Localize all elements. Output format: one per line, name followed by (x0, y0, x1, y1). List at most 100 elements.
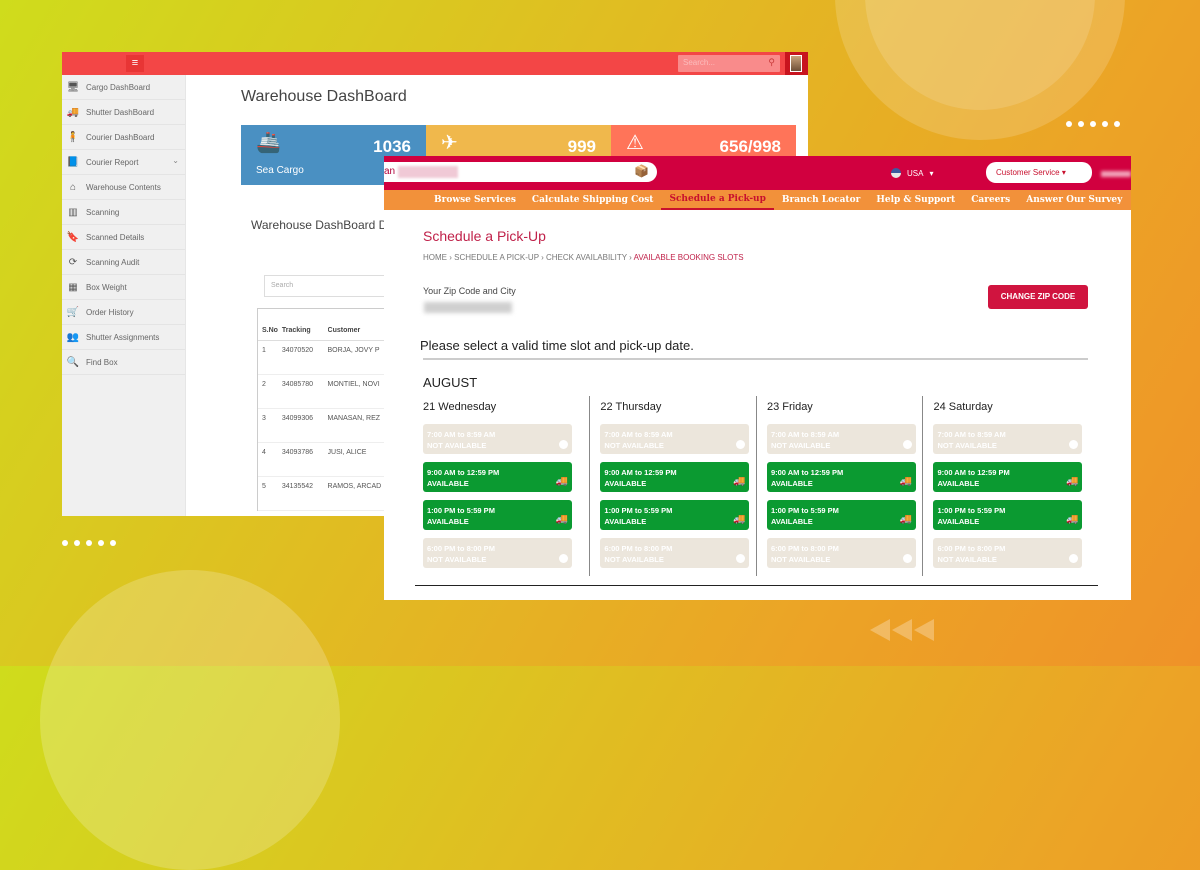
cell-tracking: 34093786 (281, 449, 314, 456)
stat-value: 1036 (373, 137, 411, 156)
table-row[interactable]: 3 34099306 MANASAN, REZ (258, 409, 397, 443)
time-slot[interactable]: 1:00 PM to 5:59 PM AVAILABLE 🚚 (933, 500, 1083, 530)
table-row[interactable]: 1 34070520 BORJA, JOVY P (258, 341, 397, 375)
sidebar-item-label: Courier Report (86, 157, 139, 167)
day-columns: 21 Wednesday 7:00 AM to 8:59 AM NOT AVAI… (423, 396, 1089, 576)
chevron-down-icon[interactable]: ⌄ (172, 156, 179, 165)
zip-value-redacted (424, 302, 512, 313)
time-slot[interactable]: 1:00 PM to 5:59 PM AVAILABLE 🚚 (423, 500, 572, 530)
avatar[interactable] (790, 55, 802, 72)
divider (415, 585, 1098, 586)
user-menu[interactable] (785, 52, 808, 75)
sidebar-item[interactable]: 👥 Shutter Assignments (62, 325, 185, 350)
sidebar-item-label: Shutter DashBoard (86, 107, 155, 117)
warehouse-search-input[interactable]: Search... ⚲ (678, 55, 780, 72)
time-slot: 6:00 PM to 8:00 PM NOT AVAILABLE (423, 538, 572, 568)
main-nav: Browse Services Calculate Shipping Cost Sc… (384, 190, 1131, 210)
unavailable-dot-icon (902, 440, 912, 449)
nav-item[interactable]: Help & Support (868, 190, 963, 210)
bookmark-icon: 🔖 (66, 231, 80, 243)
sidebar-item[interactable]: 🛒 Order History (62, 300, 185, 325)
slot-time: 6:00 PM to 8:00 PM (770, 544, 839, 553)
time-slot[interactable]: 1:00 PM to 5:59 PM AVAILABLE 🚚 (766, 500, 916, 530)
sidebar-item-label: Cargo DashBoard (86, 82, 151, 92)
change-zip-button[interactable]: CHANGE ZIP CODE (988, 285, 1088, 309)
table-row[interactable]: 5 34135542 RAMOS, ARCAD (258, 477, 397, 511)
barcode-icon: ▥ (68, 206, 78, 218)
unavailable-dot-icon (559, 554, 568, 563)
stat-value: 656/998 (719, 137, 781, 156)
truck-icon: 🚚 (732, 476, 746, 487)
warning-icon: ⚠ (626, 132, 644, 154)
pickup-schedule-window: an 📦 USA ▾ Customer Service ▾ Browse Ser… (384, 156, 1131, 600)
slot-time: 9:00 AM to 12:59 PM (604, 468, 677, 477)
slot-time: 9:00 AM to 12:59 PM (937, 468, 1010, 477)
hamburger-icon[interactable]: ≡ (126, 55, 144, 72)
table-row[interactable]: 2 34085780 MONTIEL, NOVI (258, 375, 397, 409)
time-slot[interactable]: 1:00 PM to 5:59 PM AVAILABLE 🚚 (600, 500, 750, 530)
decorative-arrows (870, 619, 934, 641)
country-selector[interactable]: USA ▾ (891, 168, 933, 178)
ship-icon: 🚢 (256, 132, 281, 154)
slot-time: 7:00 AM to 8:59 AM (770, 430, 840, 439)
truck-icon: 🚚 (555, 476, 568, 487)
redacted-text (398, 166, 458, 178)
customer-service-dropdown[interactable]: Customer Service ▾ (986, 162, 1092, 183)
time-slot[interactable]: 9:00 AM to 12:59 PM AVAILABLE 🚚 (600, 462, 750, 492)
cell-sno: 2 (262, 381, 266, 388)
sidebar-item[interactable]: ⟳ Scanning Audit (62, 250, 185, 275)
nav-item[interactable]: Answer Our Survey (1018, 190, 1130, 210)
breadcrumb-item[interactable]: HOME (423, 253, 447, 262)
truck-icon: 🚚 (899, 514, 912, 525)
time-slot[interactable]: 9:00 AM to 12:59 PM AVAILABLE 🚚 (933, 462, 1083, 492)
search-icon[interactable]: ⚲ (768, 57, 775, 68)
sidebar-item[interactable]: 🚚 Shutter DashBoard (62, 100, 185, 125)
warehouse-table: S.No Tracking Customer 1 34070520 BORJA, J… (257, 308, 397, 511)
unavailable-dot-icon (559, 440, 568, 449)
column-header[interactable]: Tracking (282, 327, 328, 334)
slot-status: AVAILABLE (427, 517, 469, 526)
slot-status: NOT AVAILABLE (770, 555, 831, 564)
sidebar-item[interactable]: ▥ Scanning (62, 200, 185, 225)
breadcrumb-item[interactable]: CHECK AVAILABILITY (546, 253, 627, 262)
cell-tracking: 34135542 (281, 483, 314, 490)
sidebar-item[interactable]: ⌂ Warehouse Contents (62, 175, 185, 200)
slot-status: NOT AVAILABLE (770, 441, 831, 450)
slot-time: 1:00 PM to 5:59 PM (937, 506, 1006, 515)
sidebar-item[interactable]: ▦ Box Weight (62, 275, 185, 300)
day-column: 21 Wednesday 7:00 AM to 8:59 AM NOT AVAI… (423, 396, 589, 576)
sidebar-item[interactable]: 🧍 Courier DashBoard (62, 125, 185, 150)
sidebar-item[interactable]: 🔖 Scanned Details (62, 225, 185, 250)
table-row[interactable]: 4 34093786 JUSI, ALICE (258, 443, 397, 477)
day-label: 21 Wednesday (423, 401, 497, 413)
column-header[interactable]: S.No (258, 327, 282, 334)
refresh-icon: ⟳ (68, 256, 78, 268)
sidebar-item[interactable]: 🖥 Cargo DashBoard (62, 75, 185, 100)
time-slot: 6:00 PM to 8:00 PM NOT AVAILABLE (766, 538, 916, 568)
table-header: S.No Tracking Customer (258, 309, 397, 341)
sidebar-item-label: Shutter Assignments (86, 332, 160, 342)
slot-time: 6:00 PM to 8:00 PM (427, 544, 495, 553)
sidebar-item[interactable]: 🔍 Find Box (62, 350, 185, 375)
nav-item[interactable]: Careers (963, 190, 1018, 210)
monitor-icon: 🖥 (66, 81, 80, 93)
time-slot[interactable]: 9:00 AM to 12:59 PM AVAILABLE 🚚 (766, 462, 916, 492)
package-search-icon[interactable]: 📦 (634, 164, 649, 178)
sidebar-item-label: Scanning (86, 207, 120, 217)
stat-value: 999 (567, 137, 596, 156)
page-title: Schedule a Pick-Up (423, 228, 546, 244)
time-slot[interactable]: 9:00 AM to 12:59 PM AVAILABLE 🚚 (423, 462, 572, 492)
warehouse-sidebar: 🖥 Cargo DashBoard 🚚 Shutter DashBoard 🧍 Couri… (62, 75, 186, 516)
chevron-right-icon: › (626, 253, 634, 262)
tracking-search-input[interactable]: an 📦 (384, 162, 657, 182)
slot-status: NOT AVAILABLE (937, 441, 997, 450)
day-column: 22 Thursday 7:00 AM to 8:59 AM NOT AVAIL… (589, 396, 756, 576)
users-icon: 👥 (66, 331, 80, 343)
nav-item[interactable]: Schedule a Pick-up (661, 190, 774, 210)
sidebar-item[interactable]: 📘 Courier Report ⌄ (62, 150, 185, 175)
breadcrumb-item[interactable]: SCHEDULE A PICK-UP (454, 253, 539, 262)
slot-time: 6:00 PM to 8:00 PM (937, 544, 1006, 553)
nav-item[interactable]: Browse Services (426, 190, 524, 210)
nav-item[interactable]: Calculate Shipping Cost (524, 190, 662, 210)
nav-item[interactable]: Branch Locator (774, 190, 868, 210)
